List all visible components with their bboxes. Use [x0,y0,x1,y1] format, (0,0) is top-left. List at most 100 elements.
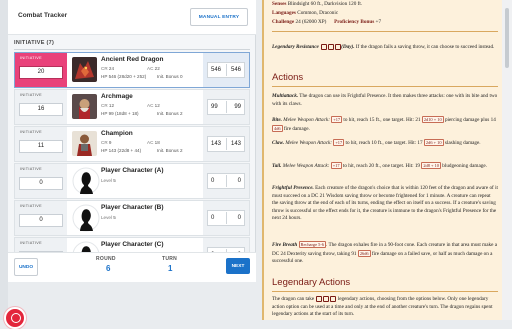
divider [272,86,498,87]
use-checkbox[interactable] [334,44,341,50]
level-stat: Level 5 [101,215,116,220]
tail-action: Tail. Melee Weapon Attack: +17 to hit, r… [272,162,487,169]
multiattack-action: Multiattack. The dragon can use its Frig… [272,93,498,107]
initiative-tag: INITIATIVE [20,204,42,208]
divider [14,49,250,50]
initiative-cell: INITIATIVE 16 [15,90,67,124]
player-silhouette-icon [72,203,100,233]
dragon-portrait [72,57,97,82]
combatant-row-ancient-red-dragon[interactable]: INITIATIVE 20 Ancient Red Dragon CR 24 A… [14,52,250,88]
cr-stat: CR 9 [101,140,112,145]
recharge-roll-button[interactable]: Recharge 5-6 [298,241,326,248]
legendary-actions-heading: Legendary Actions [272,277,351,288]
initiative-tag: INITIATIVE [20,241,42,245]
cr-stat: CR 24 [101,66,115,71]
hp-stat: HP 143 (22d8 + 44) [101,148,142,153]
hp-cell: 0 0 [203,201,249,235]
combatant-row-player-b[interactable]: INITIATIVE 0 Player Character (B) Level … [14,200,250,236]
initiative-list: INITIATIVE 20 Ancient Red Dragon CR 24 A… [14,52,250,274]
damage-roll-button[interactable]: 26d6 [357,249,371,257]
left-margin [0,0,8,320]
damage-roll-button[interactable]: 4d6 [272,124,283,132]
initiative-tag: INITIATIVE [20,130,42,134]
use-checkbox[interactable] [320,44,327,50]
hp-max: 99 [234,104,241,110]
combatant-row-player-a[interactable]: INITIATIVE 0 Player Character (A) Level … [14,163,250,199]
hp-tracker[interactable]: 546 546 [207,62,245,78]
hp-current[interactable]: 143 [211,141,221,147]
hp-max: 546 [230,67,241,73]
damage-roll-button[interactable]: 2d6 + 10 [423,139,444,146]
initiative-input[interactable]: 16 [19,103,63,116]
challenge-line: Challenge 24 (62000 XP) Proficiency Bonu… [272,19,382,25]
ac-stat: AC 18 [147,140,160,145]
damage-roll-button[interactable]: 2d8 + 10 [421,162,441,169]
initiative-cell: INITIATIVE 20 [15,53,67,87]
tracker-header: Combat Tracker MANUAL ENTRY [8,0,256,35]
initiative-heading: INITIATIVE (7) [14,40,55,46]
initiative-input[interactable]: 0 [19,214,63,227]
attack-roll-button[interactable]: +17 [330,162,342,169]
use-checkbox[interactable] [330,296,336,302]
hp-separator [225,101,227,113]
languages-line: Languages Common, Draconic [272,10,339,16]
attack-roll-button[interactable]: +17 [331,116,343,123]
combatant-row-archmage[interactable]: INITIATIVE 16 Archmage CR 12 AC 12 HP 99… [14,89,250,125]
initiative-tag: INITIATIVE [20,167,42,171]
tracker-footer: UNDO ROUND 6 TURN 1 NEXT [8,252,256,283]
use-checkbox[interactable] [323,296,329,302]
init-bonus: Init. Bonus 2 [157,111,183,116]
ac-stat: AC 12 [147,103,160,108]
divider [272,291,498,292]
player-silhouette-icon [72,166,100,196]
turn-value: 1 [168,264,173,273]
stat-block-panel: Senses Blindsight 60 ft., Darkvision 120… [262,0,502,320]
combatant-name: Champion [101,130,133,137]
hp-max: 143 [230,141,241,147]
hp-tracker[interactable]: 0 0 [207,210,245,226]
hp-current[interactable]: 0 [211,215,214,221]
hp-current[interactable]: 546 [211,67,221,73]
frightful-presence-action: Frightful Presence. Each creature of the… [272,185,498,222]
level-stat: Level 5 [101,178,116,183]
next-turn-button[interactable]: NEXT [226,258,250,274]
bite-action: Bite. Melee Weapon Attack: +17 to hit, r… [272,116,496,132]
hp-tracker[interactable]: 99 99 [207,99,245,115]
hp-cell: 0 0 [203,164,249,198]
combatant-row-champion[interactable]: INITIATIVE 11 Champion CR 9 AC 18 HP 143… [14,126,250,162]
undo-button[interactable]: UNDO [14,258,38,276]
initiative-input[interactable]: 20 [19,66,63,79]
app-badge-icon[interactable] [4,307,26,329]
tracker-title: Combat Tracker [18,12,68,19]
hp-tracker[interactable]: 143 143 [207,136,245,152]
hp-cell: 546 546 [203,53,249,87]
hp-stat: HP 546 (28d20 + 252) [101,74,147,79]
initiative-input[interactable]: 11 [19,140,63,153]
cr-stat: CR 12 [101,103,115,108]
legendary-actions-text: The dragon can take legendary actions, c… [272,296,493,318]
tracker-bottom-area [8,282,256,320]
hp-current[interactable]: 0 [211,178,214,184]
scrollbar-thumb[interactable] [505,8,509,68]
hp-max: 0 [237,178,241,184]
init-bonus: Init. Bonus 2 [157,148,183,153]
combatant-name: Archmage [101,93,133,100]
legendary-resistance: Legendary Resistance (Day). If the drago… [272,44,495,51]
actions-heading: Actions [272,72,304,83]
hp-tracker[interactable]: 0 0 [207,173,245,189]
combat-tracker-panel: Combat Tracker MANUAL ENTRY INITIATIVE (… [8,0,256,320]
hp-separator [225,64,227,76]
use-checkbox[interactable] [316,296,322,302]
attack-roll-button[interactable]: +17 [333,139,345,146]
combatant-name: Player Character (A) [101,167,164,174]
hp-cell: 143 143 [203,127,249,161]
champion-portrait [72,131,97,156]
use-checkbox[interactable] [327,44,334,50]
damage-roll-button[interactable]: 2d10 + 10 [421,116,444,123]
hp-current[interactable]: 99 [211,104,218,110]
manual-entry-button[interactable]: MANUAL ENTRY [190,8,248,26]
initiative-input[interactable]: 0 [19,177,63,190]
divider [272,31,498,32]
initiative-cell: INITIATIVE 11 [15,127,67,161]
round-label: ROUND [96,256,116,262]
